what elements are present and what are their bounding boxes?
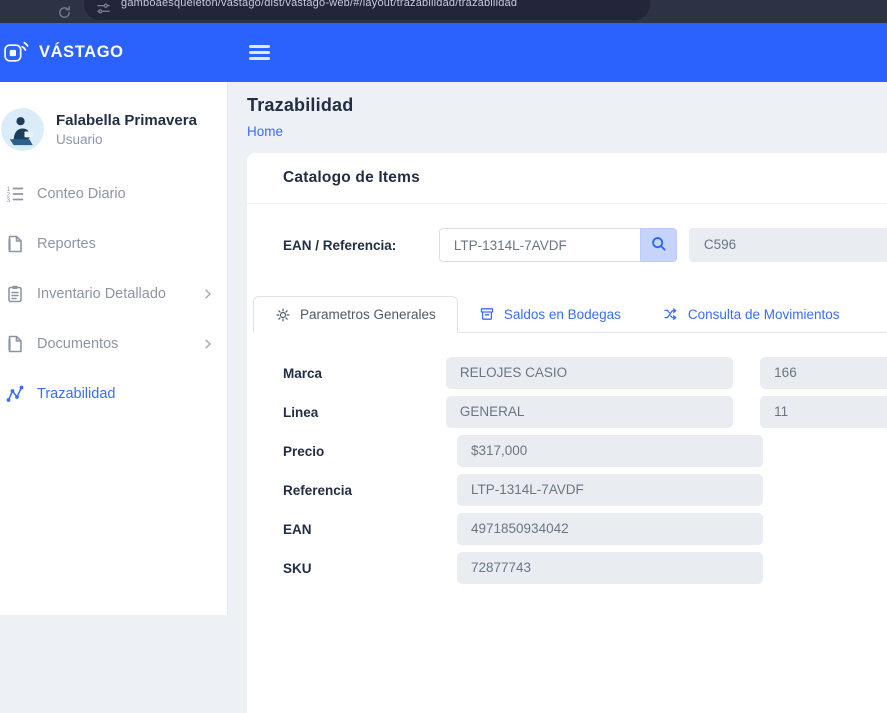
sidebar-item-documentos[interactable]: Documentos bbox=[0, 319, 227, 369]
sidebar-item-label: Documentos bbox=[37, 336, 201, 352]
field-row-precio: Precio$317,000 bbox=[283, 435, 887, 467]
chevron-right-icon bbox=[201, 287, 215, 301]
shuffle-icon bbox=[663, 306, 679, 322]
user-role: Usuario bbox=[56, 132, 197, 147]
breadcrumb-home-link[interactable]: Home bbox=[247, 124, 283, 139]
sidebar-item-trazabilidad[interactable]: Trazabilidad bbox=[0, 369, 227, 419]
search-input-group bbox=[439, 228, 677, 262]
browser-chrome: gamboaesqueleton/vastago/dist/vastago-we… bbox=[0, 0, 887, 23]
sidebar-menu: 123 Conteo Diario Reportes Inventario Detal… bbox=[0, 169, 227, 419]
field-value-referencia: LTP-1314L-7AVDF bbox=[457, 474, 763, 506]
field-row-ean: EAN4971850934042 bbox=[283, 513, 887, 545]
brand-name: VÁSTAGO bbox=[39, 43, 124, 62]
list-numbered-icon: 123 bbox=[5, 184, 25, 204]
field-row-referencia: ReferenciaLTP-1314L-7AVDF bbox=[283, 474, 887, 506]
search-icon bbox=[650, 235, 667, 255]
field-label: Linea bbox=[283, 405, 446, 420]
item-code-field: C596 bbox=[689, 228, 887, 262]
page-title: Trazabilidad bbox=[247, 95, 887, 116]
field-label: Referencia bbox=[283, 483, 457, 498]
card-title: Catalogo de Items bbox=[283, 169, 420, 187]
file-icon bbox=[5, 334, 25, 354]
catalog-card: Catalogo de Items EAN / Referencia: C596… bbox=[247, 153, 887, 713]
field-extra-marca: 166 bbox=[760, 357, 887, 389]
network-icon bbox=[5, 384, 25, 404]
page-head: Trazabilidad Home bbox=[229, 82, 887, 141]
sidebar-item-label: Conteo Diario bbox=[37, 186, 215, 202]
main-content: Trazabilidad Home Catalogo de Items EAN … bbox=[229, 82, 887, 615]
field-label: Marca bbox=[283, 366, 446, 381]
tab-label: Saldos en Bodegas bbox=[504, 307, 621, 322]
sidebar-item-label: Inventario Detallado bbox=[37, 286, 201, 302]
search-button[interactable] bbox=[640, 228, 677, 262]
field-row-marca: MarcaRELOJES CASIO 166 bbox=[283, 357, 887, 389]
sidebar-item-label: Trazabilidad bbox=[37, 386, 215, 402]
field-extra-linea: 11 bbox=[760, 396, 887, 428]
field-label: Precio bbox=[283, 444, 457, 459]
chevron-right-icon bbox=[201, 337, 215, 351]
field-row-linea: LineaGENERAL 11 bbox=[283, 396, 887, 428]
tab-label: Consulta de Movimientos bbox=[688, 307, 840, 322]
sidebar-item-conteo-diario[interactable]: 123 Conteo Diario bbox=[0, 169, 227, 219]
field-value-ean: 4971850934042 bbox=[457, 513, 763, 545]
url-bar[interactable]: gamboaesqueleton/vastago/dist/vastago-we… bbox=[84, 0, 650, 20]
avatar bbox=[1, 108, 44, 151]
user-name: Falabella Primavera bbox=[56, 112, 197, 129]
tab-parametros-generales[interactable]: Parametros Generales bbox=[253, 296, 458, 333]
field-value-sku: 72877743 bbox=[457, 552, 763, 584]
ean-referencia-input[interactable] bbox=[439, 228, 640, 262]
url-text: gamboaesqueleton/vastago/dist/vastago-we… bbox=[121, 0, 517, 9]
tab-label: Parametros Generales bbox=[300, 307, 436, 322]
reload-icon[interactable] bbox=[57, 5, 72, 20]
sidebar-item-reportes[interactable]: Reportes bbox=[0, 219, 227, 269]
sidebar-item-label: Reportes bbox=[37, 236, 215, 252]
search-row: EAN / Referencia: C596 bbox=[283, 228, 887, 262]
site-info-icon[interactable] bbox=[96, 1, 111, 16]
field-value-marca: RELOJES CASIO bbox=[446, 357, 733, 389]
archive-icon bbox=[479, 306, 495, 322]
card-header: Catalogo de Items bbox=[247, 153, 887, 204]
field-label: SKU bbox=[283, 561, 457, 576]
user-profile[interactable]: Falabella Primavera Usuario bbox=[1, 108, 227, 151]
parameters-form: MarcaRELOJES CASIO 166 LineaGENERAL 11 Preci… bbox=[283, 357, 887, 584]
ean-referencia-label: EAN / Referencia: bbox=[283, 238, 439, 253]
brand[interactable]: VÁSTAGO bbox=[0, 39, 228, 66]
field-label: EAN bbox=[283, 522, 457, 537]
field-value-linea: GENERAL bbox=[446, 396, 733, 428]
tabs-bar: Parametros Generales Saldos en Bodegas Con… bbox=[253, 296, 887, 333]
gear-icon bbox=[275, 307, 291, 323]
sidebar: Falabella Primavera Usuario 123 Conteo Di… bbox=[0, 82, 228, 615]
hamburger-menu-button[interactable] bbox=[245, 41, 274, 64]
svg-text:3: 3 bbox=[7, 197, 11, 204]
sidebar-item-inventario-detallado[interactable]: Inventario Detallado bbox=[0, 269, 227, 319]
tab-saldos-en-bodegas[interactable]: Saldos en Bodegas bbox=[458, 296, 642, 332]
file-icon bbox=[5, 234, 25, 254]
clipboard-icon bbox=[5, 284, 25, 304]
app-header: VÁSTAGO bbox=[0, 23, 887, 82]
field-row-sku: SKU72877743 bbox=[283, 552, 887, 584]
tab-consulta-de-movimientos[interactable]: Consulta de Movimientos bbox=[642, 296, 861, 332]
field-value-precio: $317,000 bbox=[457, 435, 763, 467]
brand-logo-icon bbox=[3, 39, 30, 66]
